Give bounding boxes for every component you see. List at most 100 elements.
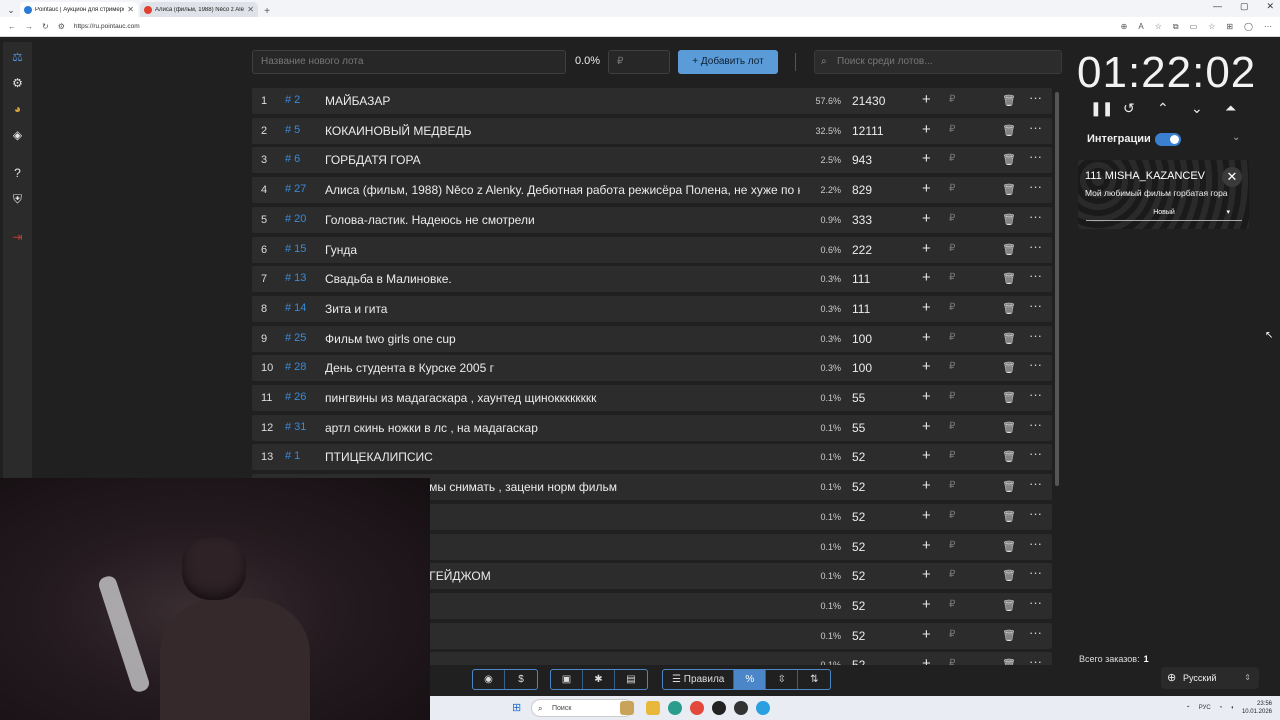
ruble-input-icon[interactable]: ₽ [949, 124, 955, 135]
more-options-icon[interactable]: ··· [1029, 239, 1042, 254]
ruble-input-icon[interactable]: ₽ [949, 361, 955, 372]
ruble-input-icon[interactable]: ₽ [949, 302, 955, 313]
more-options-icon[interactable]: ··· [1029, 536, 1042, 551]
lot-name[interactable]: Фильм two girls one cup [325, 332, 800, 346]
back-icon[interactable]: ← [8, 22, 16, 31]
zoom-icon[interactable]: ⊕ [1121, 22, 1128, 32]
tray-lang[interactable]: РУС [1199, 705, 1211, 711]
add-bid-icon[interactable]: + [922, 329, 931, 346]
lot-id[interactable]: # 20 [285, 213, 306, 225]
compress-icon[interactable]: ⇳ [766, 670, 799, 689]
trash-icon[interactable]: 🗑 [1002, 599, 1016, 612]
ruble-input-icon[interactable]: ₽ [949, 599, 955, 610]
site-info-icon[interactable]: ⚙ [58, 22, 65, 31]
edge-icon[interactable] [668, 701, 682, 715]
lot-name[interactable]: КОКАИНОВЫЙ МЕДВЕДЬ [325, 124, 800, 138]
add-bid-icon[interactable]: + [922, 447, 931, 464]
trash-icon[interactable]: 🗑 [1002, 332, 1016, 345]
add-bid-icon[interactable]: + [922, 477, 931, 494]
add-bid-icon[interactable]: + [922, 507, 931, 524]
ruble-input-icon[interactable]: ₽ [949, 94, 955, 105]
trash-icon[interactable]: 🗑 [1002, 421, 1016, 434]
trash-icon[interactable]: 🗑 [1002, 183, 1016, 196]
lot-row[interactable]: 10 # 28 День студента в Курске 2005 г 0.3% 1… [252, 355, 1052, 382]
ruble-input-icon[interactable]: ₽ [949, 421, 955, 432]
extensions-icon[interactable]: ⧉ [1173, 22, 1179, 32]
tab-list-icon[interactable]: ⌄ [4, 3, 18, 17]
more-options-icon[interactable]: ··· [1029, 417, 1042, 432]
pause-icon[interactable]: ❚❚ [1090, 100, 1113, 117]
network-icon[interactable]: ◔ [1219, 705, 1223, 711]
url-field[interactable]: https://ru.pointauc.com [74, 23, 1112, 30]
trash-icon[interactable]: 🗑 [1002, 302, 1016, 315]
lot-row[interactable]: 13 # 1 ПТИЦЕКАЛИПСИС 0.1% 52 + ₽ 🗑 ··· [252, 444, 1052, 471]
lot-name[interactable]: Голова-ластик. Надеюсь не смотрели [325, 213, 800, 227]
add-bid-icon[interactable]: + [922, 299, 931, 316]
more-options-icon[interactable]: ··· [1029, 625, 1042, 640]
add-bid-icon[interactable]: + [922, 210, 931, 227]
trash-icon[interactable]: 🗑 [1002, 272, 1016, 285]
favorites-icon[interactable]: ☆ [1208, 22, 1215, 32]
split-icon[interactable]: ▭ [1190, 22, 1198, 32]
lot-id[interactable]: # 25 [285, 332, 306, 344]
lot-row[interactable]: 9 # 25 Фильм two girls one cup 0.3% 100 + ₽ 🗑 ··… [252, 325, 1052, 352]
close-window-icon[interactable]: ✕ [1266, 1, 1274, 12]
ruble-input-icon[interactable]: ₽ [949, 213, 955, 224]
lot-name[interactable]: Свадьба в Малиновке. [325, 272, 800, 286]
donate-icon[interactable]: $ [505, 670, 537, 689]
browser-tab-pointauc[interactable]: Pointauc | Аукцион для стримеров ✕ [20, 2, 138, 17]
chevron-down-icon[interactable]: ⌄ [1232, 132, 1240, 143]
gavel-icon[interactable]: ⚖ [3, 50, 32, 64]
more-options-icon[interactable]: ··· [1029, 506, 1042, 521]
maximize-icon[interactable]: ▢ [1240, 1, 1249, 12]
percent-toggle-icon[interactable]: % [734, 670, 767, 689]
lot-name[interactable]: МАЙБАЗАР [325, 94, 800, 108]
reload-icon[interactable]: ↻ [42, 22, 49, 31]
ruble-input-icon[interactable]: ₽ [949, 569, 955, 580]
close-icon[interactable]: ✕ [1222, 167, 1242, 187]
trash-icon[interactable]: 🗑 [1002, 510, 1016, 523]
add-bid-icon[interactable]: + [922, 388, 931, 405]
add-bid-icon[interactable]: + [922, 596, 931, 613]
widgets-icon[interactable] [620, 701, 634, 715]
ruble-input-icon[interactable]: ₽ [949, 332, 955, 343]
ruble-input-icon[interactable]: ₽ [949, 153, 955, 164]
trash-icon[interactable]: 🗑 [1002, 153, 1016, 166]
add-bid-icon[interactable]: + [922, 566, 931, 583]
chevron-down-icon[interactable]: ⌄ [1191, 100, 1203, 117]
save-icon[interactable]: ▣ [551, 670, 583, 689]
more-options-icon[interactable]: ··· [1029, 120, 1042, 135]
gear-icon[interactable]: ⚙ [3, 76, 32, 90]
lot-id[interactable]: # 5 [285, 124, 300, 136]
ruble-input-icon[interactable]: ₽ [949, 510, 955, 521]
add-lot-button[interactable]: + Добавить лот [678, 50, 778, 74]
order-status-select[interactable]: Новый ▾ [1086, 205, 1242, 221]
clear-icon[interactable]: ▤ [615, 670, 647, 689]
add-bid-icon[interactable]: + [922, 240, 931, 257]
rules-button[interactable]: ☰ Правила [663, 670, 735, 689]
shield-icon[interactable]: ⛨ [3, 192, 32, 207]
more-options-icon[interactable]: ··· [1029, 654, 1042, 665]
close-tab-icon[interactable]: ✕ [247, 5, 254, 14]
ruble-input-icon[interactable]: ₽ [949, 480, 955, 491]
new-tab-icon[interactable]: + [260, 6, 274, 17]
ruble-input-icon[interactable]: ₽ [949, 450, 955, 461]
add-bid-icon[interactable]: + [922, 150, 931, 167]
telegram-icon[interactable] [756, 701, 770, 715]
lot-id[interactable]: # 15 [285, 243, 306, 255]
more-options-icon[interactable]: ··· [1029, 328, 1042, 343]
more-options-icon[interactable]: ··· [1029, 268, 1042, 283]
windows-start-icon[interactable]: ⊞ [512, 701, 526, 715]
add-bid-icon[interactable]: + [922, 91, 931, 108]
menu-icon[interactable]: ⋯ [1264, 22, 1272, 32]
trash-icon[interactable]: 🗑 [1002, 540, 1016, 553]
add-bid-icon[interactable]: + [922, 626, 931, 643]
lot-name[interactable]: Зита и гита [325, 302, 800, 316]
lot-row[interactable]: 12 # 31 артл скинь ножки в лс , на мадагас… [252, 414, 1052, 441]
file-explorer-icon[interactable] [646, 701, 660, 715]
lot-row[interactable]: 2 # 5 КОКАИНОВЫЙ МЕДВЕДЬ 32.5% 12111 + ₽ 🗑 ··· [252, 117, 1052, 144]
language-select[interactable]: ⊕ Русский ⇕ [1161, 667, 1259, 689]
add-bid-icon[interactable]: + [922, 537, 931, 554]
more-options-icon[interactable]: ··· [1029, 179, 1042, 194]
close-tab-icon[interactable]: ✕ [127, 5, 134, 14]
